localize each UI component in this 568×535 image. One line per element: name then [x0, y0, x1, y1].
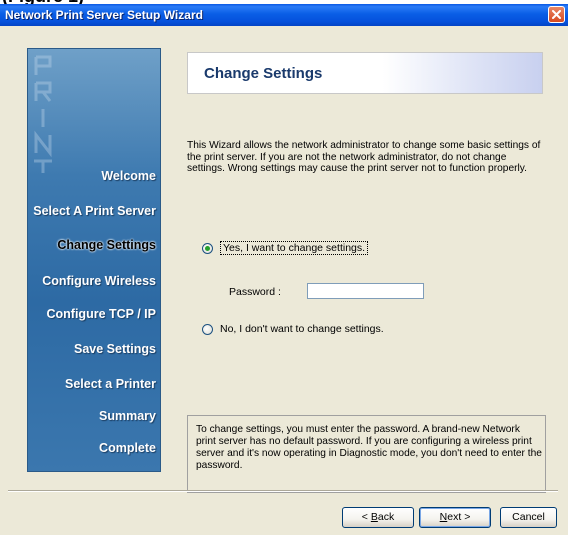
sidebar-item-select-printer: Select a Printer — [64, 377, 156, 391]
sidebar-item-summary: Summary — [99, 409, 156, 423]
close-button[interactable] — [548, 6, 565, 23]
info-text: To change settings, you must enter the p… — [196, 424, 542, 471]
next-button[interactable]: Next > — [419, 507, 491, 528]
sidebar-item-configure-wireless: Configure Wireless — [42, 274, 156, 288]
no-change-settings-label[interactable]: No, I don't want to change settings. — [220, 323, 384, 335]
info-panel: To change settings, you must enter the p… — [187, 415, 546, 493]
sidebar-item-save-settings: Save Settings — [74, 342, 156, 356]
no-change-settings-radio[interactable] — [202, 324, 213, 335]
window-title: Network Print Server Setup Wizard — [5, 8, 203, 22]
title-bar[interactable]: Network Print Server Setup Wizard — [0, 4, 568, 26]
sidebar-item-configure-tcp-ip: Configure TCP / IP — [46, 307, 157, 321]
sidebar-item-change-settings: Change Settings — [57, 238, 156, 252]
wizard-content: Welcome Select A Print Server Change Set… — [7, 26, 561, 506]
page-title: Change Settings — [204, 65, 323, 82]
yes-change-settings-radio[interactable] — [202, 243, 213, 254]
wizard-steps-sidebar: Welcome Select A Print Server Change Set… — [27, 48, 161, 472]
sidebar-item-complete: Complete — [99, 441, 156, 455]
close-icon — [552, 10, 561, 19]
password-label: Password : — [229, 286, 281, 298]
password-field[interactable] — [307, 283, 424, 299]
page-header: Change Settings — [187, 52, 543, 94]
wizard-window: Network Print Server Setup Wizard Welcom… — [0, 4, 568, 535]
button-separator — [8, 490, 558, 492]
sidebar-item-welcome: Welcome — [101, 169, 156, 183]
intro-description: This Wizard allows the network administr… — [187, 140, 541, 174]
back-button[interactable]: < Back — [342, 507, 414, 528]
print-watermark-icon — [34, 55, 52, 173]
yes-change-settings-label[interactable]: Yes, I want to change settings. — [220, 241, 369, 255]
cancel-button[interactable]: Cancel — [500, 507, 557, 528]
sidebar-item-select-print-server: Select A Print Server — [33, 204, 156, 218]
